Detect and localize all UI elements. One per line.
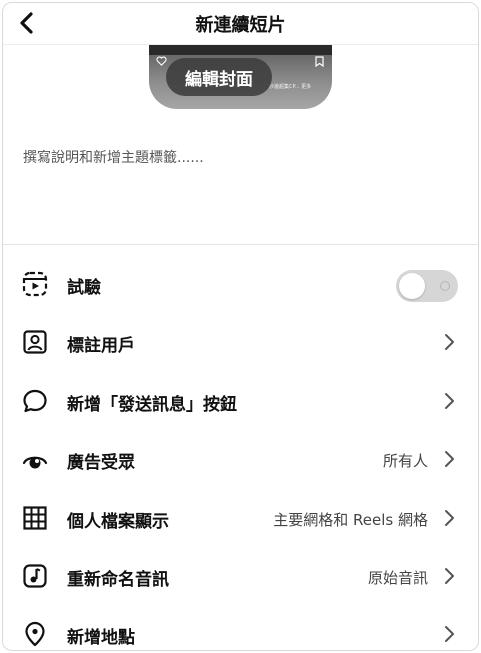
chevron-right-icon [445, 334, 454, 350]
bookmark-icon [315, 56, 324, 67]
heart-icon [156, 56, 167, 66]
reels-icon [21, 270, 49, 298]
audience-value: 所有人 [382, 452, 428, 470]
divider [3, 244, 478, 245]
trial-toggle[interactable] [396, 270, 458, 302]
toggle-knob [399, 273, 425, 299]
profile-display-value: 主要網格和 Reels 網格 [273, 511, 428, 529]
message-button-row[interactable]: 新增「發送訊息」按鈕 [3, 372, 478, 430]
grid-icon [21, 504, 49, 532]
toggle-off-indicator [440, 281, 450, 291]
rename-audio-label: 重新命名音訊 [67, 570, 169, 590]
rename-audio-value: 原始音訊 [367, 569, 428, 587]
speech-bubble-icon [21, 387, 49, 415]
message-button-label: 新增「發送訊息」按鈕 [67, 395, 237, 415]
edit-cover-button[interactable]: 編輯封面 [166, 58, 272, 96]
header: 新連續短片 [3, 3, 478, 45]
rename-audio-row[interactable]: 重新命名音訊 原始音訊 [3, 547, 478, 605]
trial-label: 試驗 [67, 278, 101, 298]
location-row[interactable]: 新增地點 [3, 605, 478, 650]
cover-top-strip [149, 45, 332, 55]
chevron-right-icon [445, 510, 454, 526]
chevron-right-icon [445, 568, 454, 584]
location-pin-icon [21, 620, 49, 648]
page-title: 新連續短片 [195, 15, 286, 36]
caption-input[interactable]: 撰寫說明和新增主題標籤...... [23, 147, 204, 167]
profile-display-row[interactable]: 個人檔案顯示 主要網格和 Reels 網格 [3, 489, 478, 547]
location-label: 新增地點 [67, 628, 135, 648]
app-frame: 新連續短片 沙邊超集CP... 更多 編輯封面 撰寫說明和新增主題標籤.....… [2, 2, 479, 651]
eye-icon [21, 445, 49, 473]
trial-row: 試驗 [3, 255, 478, 313]
profile-display-label: 個人檔案顯示 [67, 512, 169, 532]
music-note-icon [21, 562, 49, 590]
audience-row[interactable]: 廣告受眾 所有人 [3, 430, 478, 488]
tag-people-row[interactable]: 標註用戶 [3, 313, 478, 371]
tag-people-label: 標註用戶 [67, 336, 135, 356]
cover-caption-text: 沙邊超集CP... 更多 [269, 84, 312, 90]
chevron-right-icon [445, 451, 454, 467]
person-tag-icon [21, 328, 49, 356]
audience-label: 廣告受眾 [67, 453, 135, 473]
chevron-right-icon [445, 626, 454, 642]
chevron-right-icon [445, 393, 454, 409]
